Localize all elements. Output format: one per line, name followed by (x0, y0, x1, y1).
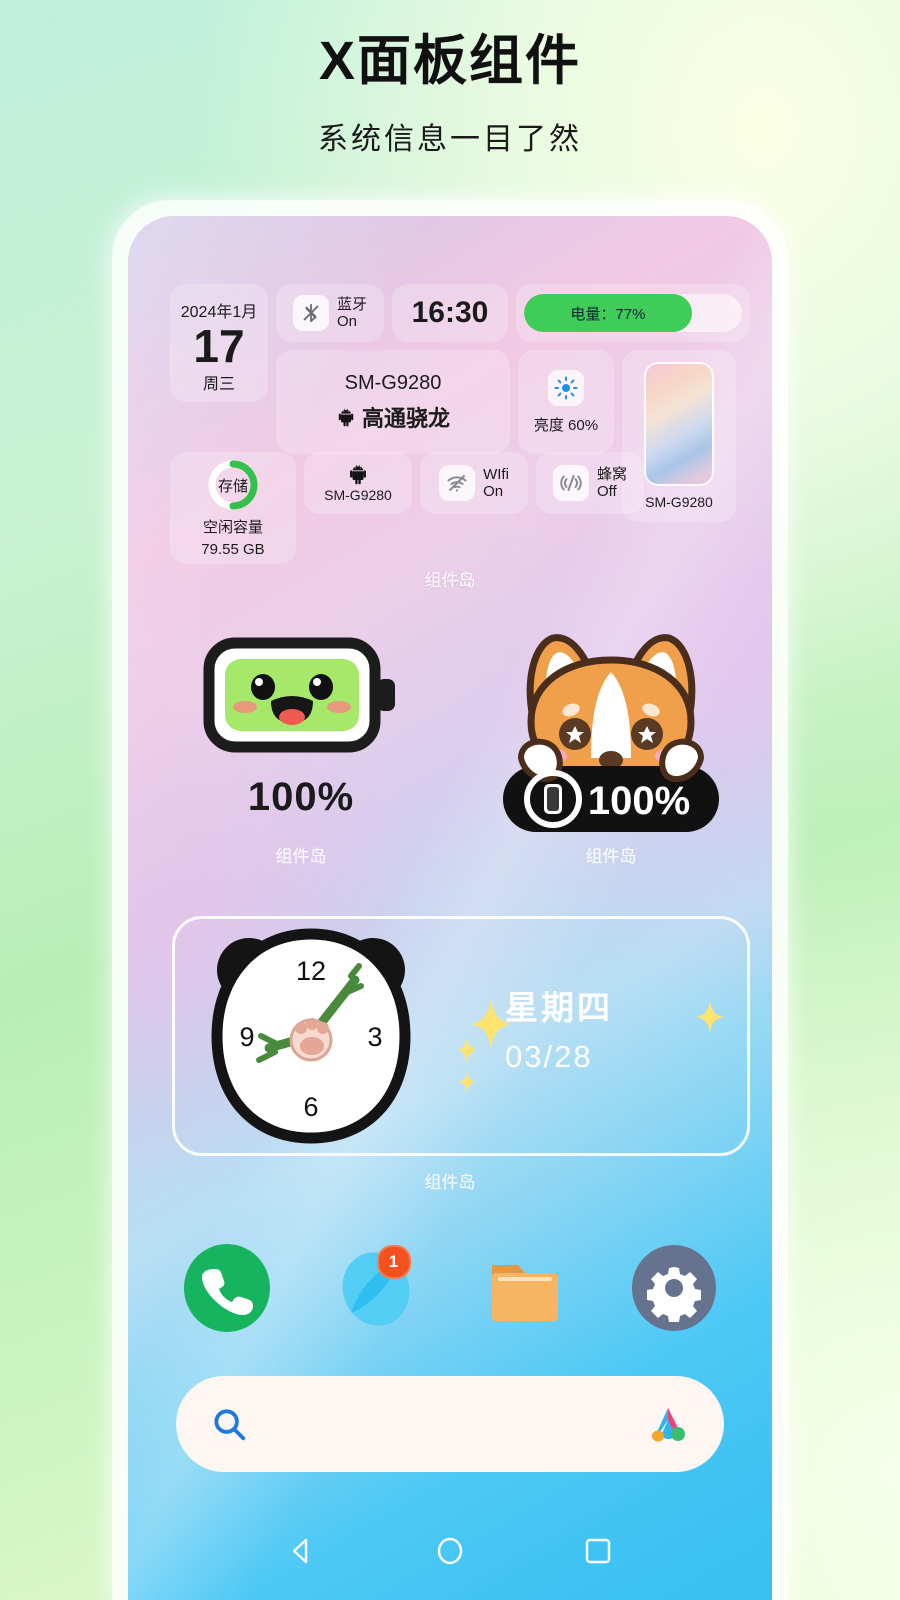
folder-icon (491, 1265, 558, 1321)
settings-app[interactable] (629, 1243, 719, 1333)
bluetooth-label: 蓝牙 (336, 295, 367, 313)
battery-bar-widget[interactable]: 电量：77% (516, 284, 750, 342)
browser-badge: 1 (376, 1245, 411, 1279)
wifi-status: WIfi On (483, 466, 509, 501)
island-group-label: 组件岛 (424, 571, 476, 590)
device-small-widget[interactable]: SM-G9280 (304, 452, 412, 514)
corgi-battery-widget[interactable]: 100% 组件岛 (491, 626, 731, 867)
bluetooth-state: On (336, 313, 357, 330)
app-dock: 1 (152, 1238, 748, 1338)
panda-clock-face: 12 3 6 9 (211, 928, 411, 1144)
clock-widget[interactable]: 16:30 (392, 284, 508, 342)
corgi-battery-icon: 100% (503, 634, 719, 832)
gear-icon (631, 1245, 716, 1331)
sparkle-icon-tiny (458, 1071, 476, 1093)
phone-icon (183, 1244, 270, 1332)
device-chipset-row: 高通骁龙 (336, 401, 450, 433)
cellular-status: 蜂窝 Off (597, 466, 627, 501)
wifi-state: On (483, 483, 504, 500)
storage-value: 79.55 GB (201, 541, 265, 558)
clock-numeral-6: 6 (303, 1092, 318, 1122)
device-chipset: 高通骁龙 (361, 405, 450, 431)
corgi-battery-label: 组件岛 (585, 847, 637, 866)
wifi-widget[interactable]: WIfi On (420, 452, 528, 514)
date-weekday: 周三 (202, 376, 235, 394)
wifi-label: WIfi (483, 465, 509, 483)
page-header: X面板组件 系统信息一目了然 (0, 0, 900, 158)
home-circle-icon[interactable] (433, 1534, 467, 1568)
bluetooth-off-icon (292, 295, 329, 331)
phone-app[interactable] (182, 1243, 272, 1333)
sun-icon (548, 369, 584, 406)
clock-center-paw (289, 1018, 333, 1062)
clock-numeral-3: 3 (367, 1022, 382, 1052)
battery-bar-fill: 电量：77% (524, 294, 692, 332)
phone-frame: 2024年1月 17 周三 蓝牙 On 16:30 电量：77% SM-G928… (112, 200, 788, 1600)
device-info-widget[interactable]: SM-G9280 高通骁龙 (276, 350, 510, 454)
mid-widgets-row: 100% 组件岛 100% 组件岛 (156, 626, 772, 867)
battery-face-label: 组件岛 (275, 847, 327, 866)
island-row-2: 存储 空闲容量 79.55 GB SM-G9280 WIfi On 蜂窝 Off (170, 452, 750, 564)
panda-clock-label: 组件岛 (424, 1173, 476, 1192)
corgi-percent-text: 100% (588, 779, 690, 823)
cellular-off-icon (552, 465, 589, 501)
storage-ring: 存储 (206, 458, 260, 512)
bluetooth-status: 蓝牙 On (337, 296, 367, 331)
browser-app[interactable]: 1 (331, 1243, 421, 1333)
panda-clock-date-block: 星期四 03/28 (505, 981, 613, 1075)
page-title: X面板组件 (318, 31, 582, 91)
brightness-widget[interactable]: 亮度 60% (518, 350, 614, 454)
page-subtitle: 系统信息一目了然 (318, 123, 582, 156)
wifi-off-icon (439, 465, 476, 501)
magnifier-icon (214, 1409, 246, 1441)
brightness-label: 亮度 60% (533, 416, 599, 434)
battery-bar-track: 电量：77% (524, 294, 742, 332)
system-navigation-bar (128, 1516, 772, 1586)
cellular-label: 蜂窝 (596, 465, 627, 483)
device-model: SM-G9280 (344, 371, 442, 394)
date-widget[interactable]: 2024年1月 17 周三 (170, 284, 268, 402)
device-small-label: SM-G9280 (324, 487, 392, 503)
phone-screen: 2024年1月 17 周三 蓝牙 On 16:30 电量：77% SM-G928… (128, 216, 772, 1600)
back-triangle-icon[interactable] (285, 1534, 319, 1568)
clock-numeral-9: 9 (239, 1022, 254, 1052)
date-month: 2024年1月 (180, 303, 258, 321)
sparkle-icon-small (696, 1001, 724, 1033)
panda-clock-date: 03/28 (505, 1039, 593, 1074)
recents-square-icon[interactable] (581, 1534, 615, 1568)
panda-clock-widget[interactable]: 12 3 6 9 星期四 03/28 (172, 916, 750, 1156)
battery-face-icon (203, 637, 395, 753)
panda-clock-weekday: 星期四 (505, 989, 613, 1026)
battery-face-widget[interactable]: 100% 组件岛 (201, 629, 401, 867)
android-icon (350, 464, 366, 485)
assistant-a-icon[interactable] (646, 1402, 690, 1446)
android-icon (338, 408, 354, 426)
bluetooth-widget[interactable]: 蓝牙 On (276, 284, 384, 342)
battery-face-percent: 100% (247, 775, 355, 819)
search-bar[interactable] (176, 1376, 724, 1472)
search-input[interactable] (260, 1410, 634, 1438)
date-day: 17 (193, 319, 245, 372)
storage-caption: 空闲容量 (202, 519, 263, 536)
cellular-state: Off (596, 483, 617, 500)
clock-numeral-12: 12 (296, 956, 326, 986)
files-app[interactable] (480, 1243, 570, 1333)
storage-ring-label: 存储 (217, 477, 248, 495)
storage-widget[interactable]: 存储 空闲容量 79.55 GB (170, 452, 296, 564)
cellular-widget[interactable]: 蜂窝 Off (536, 452, 644, 514)
